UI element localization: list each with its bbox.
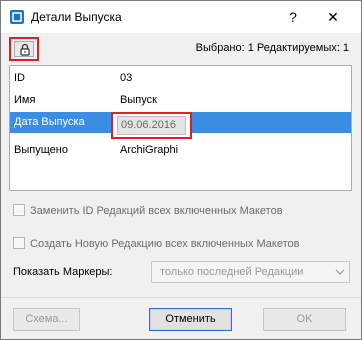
create-new-revision-option[interactable]: Создать Новую Редакцию всех включенных М… [13, 237, 299, 250]
footer-divider [1, 297, 361, 298]
property-value[interactable]: 03 [120, 72, 132, 84]
cancel-button[interactable]: Отменить [149, 308, 232, 331]
property-row-issued-by[interactable]: Выпущено ArchiGraphi [10, 140, 351, 161]
chevron-down-icon [335, 267, 345, 280]
markers-dropdown[interactable]: только последней Редакции [151, 261, 350, 283]
release-date-input[interactable]: 09.06.2016 [117, 116, 186, 135]
replace-revision-id-checkbox[interactable] [13, 204, 25, 216]
ok-button[interactable]: OK [263, 308, 346, 331]
window-title: Детали Выпуска [31, 10, 122, 24]
scheme-button[interactable]: Схема... [13, 308, 80, 331]
markers-label: Показать Маркеры: [13, 266, 113, 278]
property-name: Имя [14, 94, 36, 106]
lock-button-face[interactable] [14, 41, 34, 57]
markers-selected-value: только последней Редакции [160, 266, 304, 278]
property-name: ID [14, 72, 25, 84]
padlock-icon [20, 43, 30, 56]
property-row-id[interactable]: ID 03 [10, 68, 351, 89]
release-details-dialog: Детали Выпуска ? ✕ Выбрано: 1 Редактируе… [0, 0, 362, 340]
properties-table: ID 03 Имя Выпуск Дата Выпуска 09.06.2016… [9, 65, 352, 191]
property-value[interactable]: ArchiGraphi [120, 144, 178, 156]
replace-revision-id-option[interactable]: Заменить ID Редакций всех включенных Мак… [13, 204, 283, 217]
selection-status: Выбрано: 1 Редактируемых: 1 [195, 42, 349, 54]
title-bar: Детали Выпуска ? ✕ [1, 1, 361, 33]
app-icon [10, 10, 24, 24]
release-date-field[interactable]: 09.06.2016 [111, 112, 192, 139]
close-button[interactable]: ✕ [321, 7, 345, 27]
create-new-revision-checkbox[interactable] [13, 237, 25, 249]
property-name: Дата Выпуска [14, 116, 85, 128]
help-button[interactable]: ? [283, 7, 303, 27]
property-value[interactable]: Выпуск [120, 94, 157, 106]
create-new-revision-label: Создать Новую Редакцию всех включенных М… [30, 238, 300, 250]
lock-toggle-button[interactable] [9, 37, 39, 61]
property-name: Выпущено [14, 144, 68, 156]
property-row-name[interactable]: Имя Выпуск [10, 90, 351, 111]
replace-revision-id-label: Заменить ID Редакций всех включенных Мак… [30, 205, 283, 217]
